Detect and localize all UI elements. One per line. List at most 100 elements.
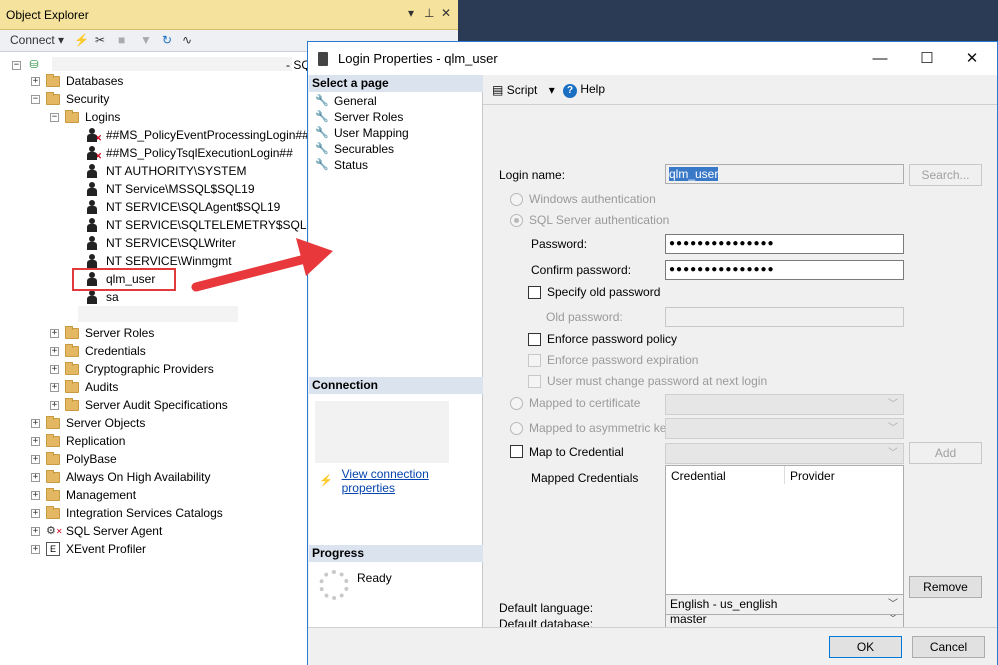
must-change-checkbox[interactable] [528,375,541,388]
password-field[interactable]: ●●●●●●●●●●●●●●● [665,234,904,254]
expand-icon[interactable]: + [50,328,59,338]
tree-item-xevent-profiler[interactable]: + E XEvent Profiler [31,540,146,558]
tree-item-audits[interactable]: + Audits [50,378,118,396]
connection-header: Connection [309,377,483,394]
add-button[interactable]: Add [909,442,982,464]
connect-label: Connect [10,33,55,47]
close-icon[interactable]: ✕ [952,47,992,71]
tree-item-credentials[interactable]: + Credentials [50,342,146,360]
tree-item-server-audit-specifications[interactable]: + Server Audit Specifications [50,396,228,414]
stop-icon[interactable]: ■ [118,33,125,47]
search-button[interactable]: Search... [909,164,982,186]
script-button[interactable]: ▤ Script ▾ [492,83,555,97]
login-item[interactable]: ✕ ##MS_PolicyEventProcessingLogin## [86,126,309,144]
collapse-icon[interactable]: − [50,112,59,122]
sql-auth-radio[interactable] [510,214,523,227]
login-item[interactable]: NT SERVICE\SQLWriter [86,234,236,252]
login-item[interactable]: NT AUTHORITY\SYSTEM [86,162,246,180]
page-label: User Mapping [334,126,409,140]
login-item[interactable]: NT SERVICE\SQLAgent$SQL19 [86,198,280,216]
enforce-expiration-checkbox[interactable] [528,354,541,367]
expand-icon[interactable]: + [31,544,40,554]
maximize-icon[interactable]: ☐ [907,47,947,71]
expand-icon[interactable]: + [31,526,40,536]
tree-item-server-roles[interactable]: + Server Roles [50,324,154,342]
help-button[interactable]: ? Help [563,82,605,98]
refresh-icon[interactable]: ↻ [162,33,172,47]
specify-old-password-checkbox[interactable] [528,286,541,299]
login-name-label: Login name: [499,168,566,182]
disconnect-icon[interactable]: ✂ [95,33,105,47]
pin-icon[interactable]: ⊥ [424,6,434,20]
expand-icon[interactable]: + [31,436,40,446]
mapped-cert-radio[interactable] [510,397,523,410]
credential-select[interactable]: ﹀ [665,443,904,464]
tree-item-sql-server-agent[interactable]: + ⚙✕ SQL Server Agent [31,522,162,540]
dialog-titlebar: Login Properties - qlm_user — ☐ ✕ [308,42,997,75]
activity-monitor-icon[interactable]: ∿ [182,33,192,47]
windows-auth-radio[interactable] [510,193,523,206]
expand-icon[interactable]: + [31,490,40,500]
page-user-mapping[interactable]: 🔧 User Mapping [315,125,409,141]
column-divider [784,466,785,484]
tree-item-replication[interactable]: + Replication [31,432,125,450]
enforce-policy-checkbox[interactable] [528,333,541,346]
login-name-field[interactable]: qlm_user [665,164,904,184]
mapped-asym-label: Mapped to asymmetric key [529,421,673,435]
dialog-title: Login Properties - qlm_user [338,51,498,66]
login-item[interactable]: ✕ ##MS_PolicyTsqlExecutionLogin## [86,144,293,162]
tree-item-polybase[interactable]: + PolyBase [31,450,117,468]
page-securables[interactable]: 🔧 Securables [315,141,394,157]
tree-item-logins[interactable]: − Logins [50,108,120,126]
expand-icon[interactable]: + [50,364,59,374]
expand-icon[interactable]: + [50,346,59,356]
tree-item-security[interactable]: − Security [31,90,109,108]
expand-icon[interactable]: + [31,454,40,464]
default-language-select[interactable]: English - us_english ﹀ [665,594,904,615]
expand-icon[interactable]: + [50,400,59,410]
expand-icon[interactable]: + [31,76,40,86]
tree-item-always-on[interactable]: + Always On High Availability [31,468,211,486]
expand-icon[interactable]: + [50,382,59,392]
tree-item-management[interactable]: + Management [31,486,136,504]
collapse-icon[interactable]: − [31,94,40,104]
login-item[interactable]: NT Service\MSSQL$SQL19 [86,180,255,198]
highlight-box [72,268,176,291]
page-selector-pane: Select a page 🔧 General 🔧 Server Roles 🔧 Us… [309,75,483,627]
dropdown-icon[interactable]: ▾ [408,6,414,20]
view-connection-link[interactable]: ⚡ View connection properties [319,467,482,495]
provider-column-header: Provider [790,469,835,483]
tree-item-server-objects[interactable]: + Server Objects [31,414,145,432]
page-general[interactable]: 🔧 General [315,93,377,109]
page-server-roles[interactable]: 🔧 Server Roles [315,109,403,125]
mapped-credentials-grid[interactable]: Credential Provider [665,465,904,597]
tree-item-databases[interactable]: + Databases [31,72,123,90]
collapse-icon[interactable]: − [12,60,21,70]
tree-item-integration-services[interactable]: + Integration Services Catalogs [31,504,223,522]
login-label: NT Service\MSSQL$SQL19 [106,182,255,196]
xevent-icon: E [46,542,60,556]
login-label: NT AUTHORITY\SYSTEM [106,164,247,178]
connect-button[interactable]: Connect ▾ [10,33,64,47]
remove-button[interactable]: Remove [909,576,982,598]
asymmetric-key-select[interactable]: ﹀ [665,418,904,439]
confirm-password-field[interactable]: ●●●●●●●●●●●●●●● [665,260,904,280]
tree-item-cryptographic-providers[interactable]: + Cryptographic Providers [50,360,214,378]
old-password-label: Old password: [546,310,623,324]
certificate-select[interactable]: ﹀ [665,394,904,415]
map-credential-checkbox[interactable] [510,445,523,458]
ok-button[interactable]: OK [829,636,902,658]
expand-icon[interactable]: + [31,472,40,482]
close-icon[interactable]: ✕ [441,6,451,20]
expand-icon[interactable]: + [31,508,40,518]
page-status[interactable]: 🔧 Status [315,157,368,173]
cancel-button[interactable]: Cancel [912,636,985,658]
connect-plug-icon[interactable]: ⚡ [74,33,89,47]
expand-icon[interactable]: + [31,418,40,428]
login-label: NT SERVICE\Winmgmt [106,254,232,268]
filter-icon[interactable]: ▼ [140,33,152,47]
login-item[interactable]: NT SERVICE\SQLTELEMETRY$SQL19 [86,216,320,234]
minimize-icon[interactable]: — [860,47,900,71]
old-password-field[interactable] [665,307,904,327]
mapped-asym-radio[interactable] [510,422,523,435]
